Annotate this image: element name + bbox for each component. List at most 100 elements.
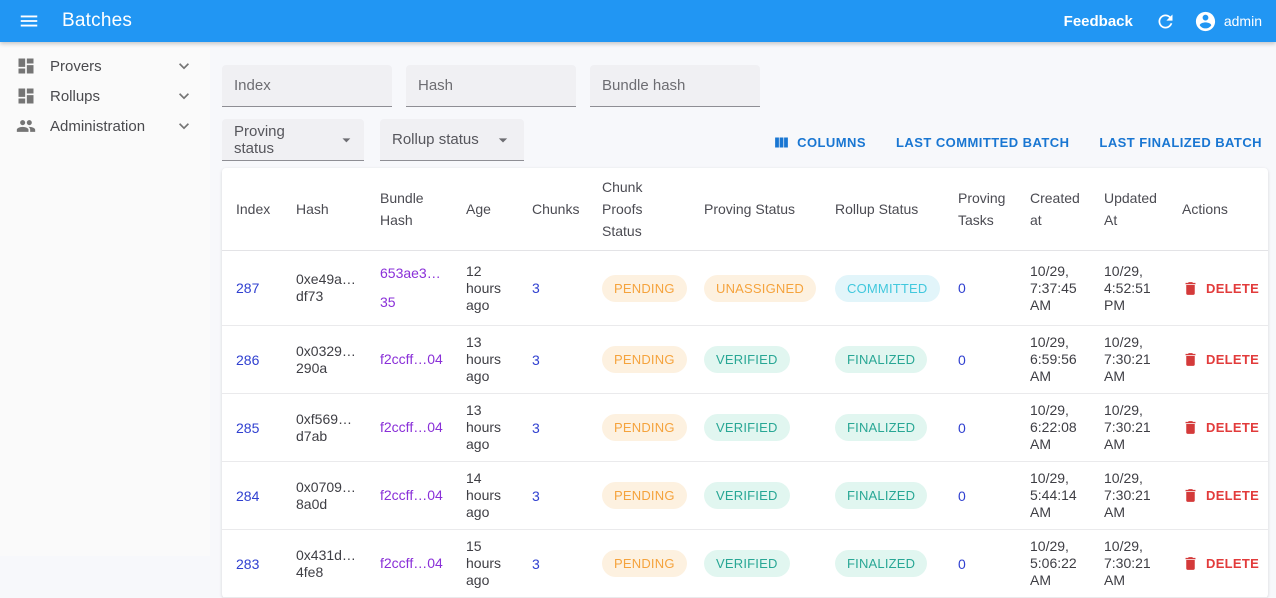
hash-text: 0x431d…4fe8: [296, 547, 358, 581]
proving-tasks-link[interactable]: 0: [958, 556, 966, 572]
chunk-proofs-status-chip: PENDING: [602, 275, 687, 302]
delete-button[interactable]: DELETE: [1182, 351, 1259, 368]
bundle-hash-link[interactable]: f2ccff…04: [380, 549, 443, 578]
chunks-link[interactable]: 3: [532, 488, 540, 504]
batch-index-link[interactable]: 285: [236, 420, 259, 436]
proving-tasks-link[interactable]: 0: [958, 488, 966, 504]
created-at-text: 10/29, 6:22:08 AM: [1030, 402, 1082, 453]
chunks-link[interactable]: 3: [532, 420, 540, 436]
created-at-text: 10/29, 5:06:22 AM: [1030, 538, 1082, 589]
table-toolbar: COLUMNS LAST COMMITTED BATCH LAST FINALI…: [767, 130, 1268, 161]
created-at-text: 10/29, 6:59:56 AM: [1030, 334, 1082, 385]
rollup-status-chip: FINALIZED: [835, 346, 927, 373]
refresh-button[interactable]: [1151, 7, 1180, 36]
proving-tasks-link[interactable]: 0: [958, 420, 966, 436]
updated-at-text: 10/29, 7:30:21 AM: [1104, 470, 1160, 521]
dashboard-icon: [16, 56, 36, 76]
chunks-link[interactable]: 3: [532, 352, 540, 368]
last-finalized-batch-button[interactable]: LAST FINALIZED BATCH: [1093, 131, 1268, 154]
rollup-status-chip: FINALIZED: [835, 414, 927, 441]
table-row: 285 0xf569…d7ab f2ccff…04 13 hours ago 3…: [222, 394, 1268, 462]
column-header-chunk-proofs-status: Chunk Proofs Status: [588, 168, 690, 251]
sidebar-item-administration[interactable]: Administration: [0, 111, 210, 141]
chunk-proofs-status-chip: PENDING: [602, 414, 687, 441]
index-filter-input[interactable]: [222, 65, 392, 107]
dropdown-arrow-icon: [493, 130, 513, 150]
delete-button-label: DELETE: [1206, 352, 1259, 367]
age-text: 13 hours ago: [466, 334, 510, 385]
chunk-proofs-status-chip: PENDING: [602, 482, 687, 509]
rollup-status-chip: FINALIZED: [835, 482, 927, 509]
delete-button[interactable]: DELETE: [1182, 419, 1259, 436]
column-header-created-at: Created at: [1016, 168, 1090, 251]
username-label: admin: [1224, 13, 1262, 29]
batch-index-link[interactable]: 284: [236, 488, 259, 504]
trash-icon: [1182, 555, 1199, 572]
dropdown-arrow-icon: [337, 130, 356, 150]
sidebar-item-provers[interactable]: Provers: [0, 51, 210, 81]
updated-at-text: 10/29, 7:30:21 AM: [1104, 334, 1160, 385]
batch-index-link[interactable]: 286: [236, 352, 259, 368]
proving-tasks-link[interactable]: 0: [958, 280, 966, 296]
columns-button-label: COLUMNS: [797, 135, 866, 150]
delete-button[interactable]: DELETE: [1182, 280, 1259, 297]
table-row: 286 0x0329…290a f2ccff…04 13 hours ago 3…: [222, 326, 1268, 394]
batch-index-link[interactable]: 283: [236, 556, 259, 572]
columns-icon: [773, 134, 790, 151]
proving-status-select-label: Proving status: [234, 123, 323, 157]
delete-button[interactable]: DELETE: [1182, 555, 1259, 572]
page-title: Batches: [62, 10, 132, 32]
age-text: 14 hours ago: [466, 470, 510, 521]
table-row: 287 0xe49a…df73 653ae3…35 12 hours ago 3…: [222, 251, 1268, 326]
proving-status-chip: VERIFIED: [704, 550, 790, 577]
user-menu[interactable]: admin: [1194, 10, 1262, 33]
batch-index-link[interactable]: 287: [236, 280, 259, 296]
filters-toolbar-row: Proving status Rollup status COLUMNS LAS…: [222, 119, 1268, 161]
feedback-button[interactable]: Feedback: [1064, 13, 1133, 30]
chunks-link[interactable]: 3: [532, 280, 540, 296]
column-header-proving-status: Proving Status: [690, 168, 821, 251]
rollup-status-select[interactable]: Rollup status: [380, 119, 524, 161]
hash-text: 0xe49a…df73: [296, 271, 358, 305]
bundle-hash-link[interactable]: f2ccff…04: [380, 481, 443, 510]
column-header-bundle-hash: Bundle Hash: [366, 168, 452, 251]
column-header-index: Index: [222, 168, 282, 251]
batches-table-card: IndexHashBundle HashAgeChunksChunk Proof…: [222, 168, 1268, 598]
proving-status-chip: UNASSIGNED: [704, 275, 816, 302]
bundle-hash-link[interactable]: 653ae3…35: [380, 259, 444, 317]
sidebar-item-label: Rollups: [50, 88, 174, 105]
last-committed-batch-button[interactable]: LAST COMMITTED BATCH: [890, 131, 1075, 154]
bundle-hash-filter-input[interactable]: [590, 65, 760, 107]
columns-button[interactable]: COLUMNS: [767, 130, 872, 155]
table-header: IndexHashBundle HashAgeChunksChunk Proof…: [222, 168, 1268, 251]
delete-button-label: DELETE: [1206, 281, 1259, 296]
age-text: 12 hours ago: [466, 263, 510, 314]
batches-table-body: 287 0xe49a…df73 653ae3…35 12 hours ago 3…: [222, 251, 1268, 598]
sidebar-item-rollups[interactable]: Rollups: [0, 81, 210, 111]
column-header-hash: Hash: [282, 168, 366, 251]
chunks-link[interactable]: 3: [532, 556, 540, 572]
proving-status-chip: VERIFIED: [704, 482, 790, 509]
bundle-hash-link[interactable]: f2ccff…04: [380, 413, 443, 442]
table-row: 284 0x0709…8a0d f2ccff…04 14 hours ago 3…: [222, 462, 1268, 530]
proving-status-select[interactable]: Proving status: [222, 119, 364, 161]
trash-icon: [1182, 280, 1199, 297]
delete-button[interactable]: DELETE: [1182, 487, 1259, 504]
sidebar-item-label: Administration: [50, 118, 174, 135]
sidebar: Provers Rollups Administration: [0, 42, 210, 556]
hash-text: 0xf569…d7ab: [296, 411, 358, 445]
chevron-down-icon: [174, 116, 194, 136]
updated-at-text: 10/29, 7:30:21 AM: [1104, 402, 1160, 453]
delete-button-label: DELETE: [1206, 556, 1259, 571]
delete-button-label: DELETE: [1206, 420, 1259, 435]
created-at-text: 10/29, 5:44:14 AM: [1030, 470, 1082, 521]
trash-icon: [1182, 487, 1199, 504]
hash-filter-input[interactable]: [406, 65, 576, 107]
hamburger-icon: [18, 10, 40, 32]
hash-text: 0x0709…8a0d: [296, 479, 358, 513]
column-header-actions: Actions: [1168, 168, 1268, 251]
proving-tasks-link[interactable]: 0: [958, 352, 966, 368]
hamburger-menu-button[interactable]: [14, 6, 44, 36]
bundle-hash-link[interactable]: f2ccff…04: [380, 345, 443, 374]
column-header-proving-tasks: Proving Tasks: [944, 168, 1016, 251]
